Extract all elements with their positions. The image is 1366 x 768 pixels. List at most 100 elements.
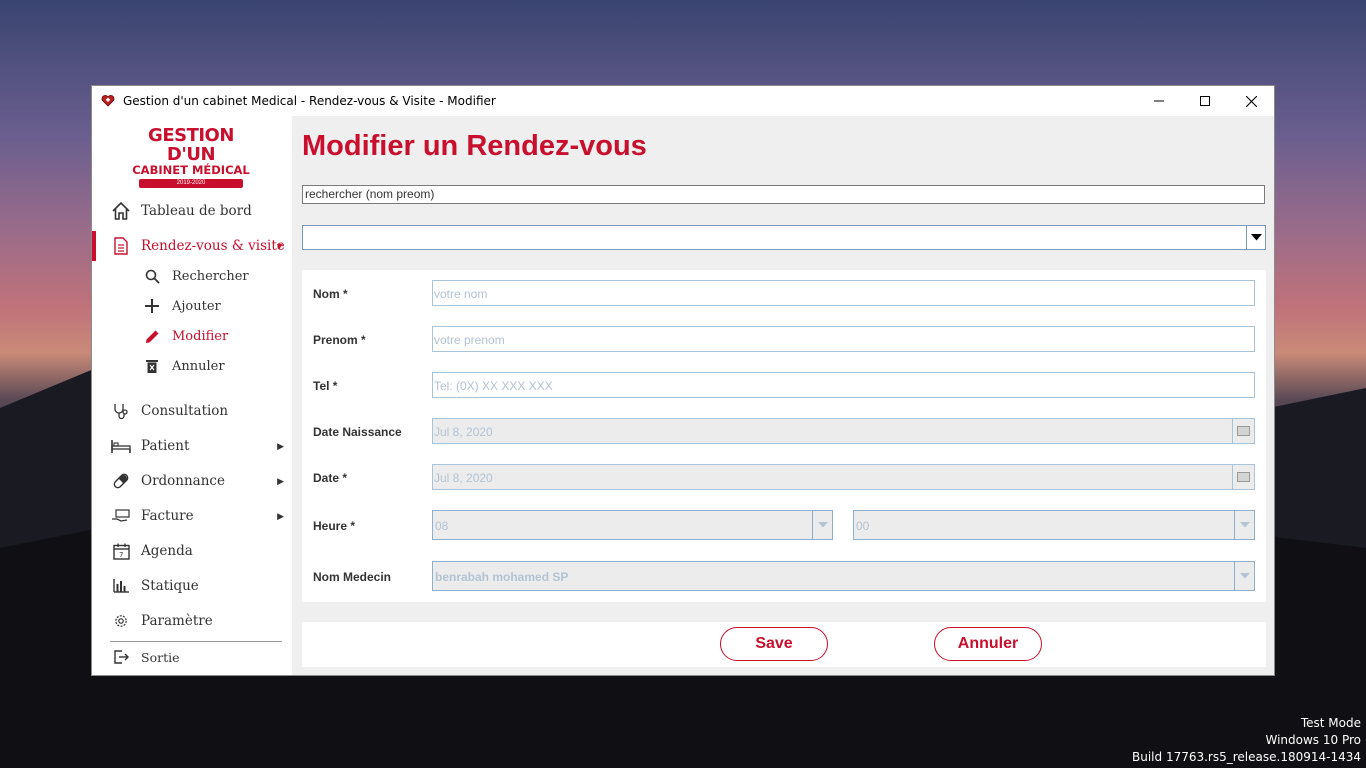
sidebar-item-label: Paramètre [141,613,213,629]
home-icon [111,201,131,221]
calendar-icon [1237,426,1250,436]
heure-minute-value: 00 [856,519,870,533]
main-panel: Modifier un Rendez-vous rechercher (nom … [292,116,1274,675]
window-body: GESTION D'UN CABINET MÉDICAL 2019-2020 T… [92,116,1274,675]
sidebar-item-label: Consultation [141,403,229,419]
exit-icon [111,647,131,667]
search-input[interactable]: rechercher (nom preom) [302,185,1265,204]
sidebar-item-facture[interactable]: Facture ▶ [92,501,292,531]
svg-text:7: 7 [119,551,123,559]
rendezvous-select-value [303,226,1246,249]
app-logo: GESTION D'UN CABINET MÉDICAL 2019-2020 [126,125,256,188]
date-naissance-value: Jul 8, 2020 [434,425,493,439]
calendar-icon: 7 [111,541,131,561]
chevron-down-icon [817,522,828,528]
pencil-icon [144,328,160,344]
page-title: Modifier un Rendez-vous [302,130,647,162]
tel-field[interactable]: Tel: (0X) XX XXX XXX [432,372,1255,398]
medecin-label: Nom Medecin [313,570,392,584]
app-heart-icon [101,95,115,107]
stethoscope-icon [111,401,131,421]
date-picker-button[interactable] [1232,465,1254,489]
window-title: Gestion d'un cabinet Medical - Rendez-vo… [123,94,496,108]
date-naissance-field[interactable]: Jul 8, 2020 [432,418,1255,444]
logo-years: 2019-2020 [139,179,243,188]
heure-label: Heure * [313,519,356,533]
sidebar-item-label: Agenda [141,543,193,559]
sidebar-item-parametre[interactable]: Paramètre [92,606,292,636]
date-naissance-picker-button[interactable] [1232,419,1254,443]
pill-icon [111,471,131,491]
sidebar-item-label: Tableau de bord [141,203,252,219]
plus-icon [144,298,160,314]
title-bar[interactable]: Gestion d'un cabinet Medical - Rendez-vo… [92,86,1274,116]
maximize-button[interactable] [1182,86,1228,116]
caret-right-icon: ▶ [277,510,284,521]
chevron-down-icon [1239,573,1250,579]
watermark-line-3: Build 17763.rs5_release.180914-1434 [1132,750,1361,764]
heure-hour-toggle[interactable] [812,511,832,539]
sidebar-item-ordonnance[interactable]: Ordonnance ▶ [92,466,292,496]
sidebar-item-consultation[interactable]: Consultation [92,396,292,426]
sidebar: GESTION D'UN CABINET MÉDICAL 2019-2020 T… [92,116,292,675]
minimize-button[interactable] [1136,86,1182,116]
prenom-field[interactable]: votre prenom [432,326,1255,352]
minimize-icon [1154,100,1164,102]
form-panel: Nom * votre nom Prenom * votre prenom Te… [302,270,1266,602]
search-icon [144,268,160,284]
save-button[interactable]: Save [720,627,828,661]
sidebar-subitem-label: Modifier [172,328,229,344]
sidebar-subitem-ajouter[interactable]: Ajouter [92,291,292,321]
date-field[interactable]: Jul 8, 2020 [432,464,1255,490]
sidebar-subitem-modifier[interactable]: Modifier [92,321,292,351]
sidebar-item-label: Sortie [141,649,180,665]
sidebar-item-patient[interactable]: Patient ▶ [92,431,292,461]
document-icon [111,236,131,256]
medecin-value: benrabah mohamed SP [435,570,569,584]
sidebar-item-label: Facture [141,508,194,524]
sidebar-item-agenda[interactable]: 7 Agenda [92,536,292,566]
rendezvous-select-toggle[interactable] [1246,226,1265,249]
heure-minute-toggle[interactable] [1234,511,1254,539]
money-hand-icon [111,506,131,526]
sidebar-subitem-label: Ajouter [172,298,221,314]
maximize-icon [1200,96,1210,106]
sidebar-item-sortie[interactable]: Sortie [92,642,292,672]
close-button[interactable] [1228,86,1274,116]
close-icon [1245,95,1257,107]
chevron-down-icon [1239,522,1250,528]
nom-label: Nom * [313,287,348,301]
sidebar-subitem-annuler[interactable]: Annuler [92,351,292,381]
annuler-button[interactable]: Annuler [934,627,1042,661]
watermark-line-2: Windows 10 Pro [1265,733,1361,747]
logo-line-1: GESTION D'UN [148,125,234,165]
app-window: Gestion d'un cabinet Medical - Rendez-vo… [91,85,1275,676]
sidebar-item-label: Rendez-vous & visite [141,238,285,254]
sidebar-subitem-rechercher[interactable]: Rechercher [92,261,292,291]
sidebar-item-rendez-vous[interactable]: Rendez-vous & visite ▼ [92,231,292,261]
medecin-toggle[interactable] [1234,562,1254,590]
chevron-down-icon [1250,234,1262,241]
caret-right-icon: ▶ [277,475,284,486]
medecin-select[interactable]: benrabah mohamed SP [432,561,1255,591]
trash-icon [144,358,160,374]
date-naissance-label: Date Naissance [313,425,402,439]
watermark-line-1: Test Mode [1300,716,1361,730]
date-label: Date * [313,471,348,485]
date-value: Jul 8, 2020 [434,471,493,485]
nom-field[interactable]: votre nom [432,280,1255,306]
sidebar-item-label: Patient [141,438,190,454]
logo-line-2: CABINET MÉDICAL [132,163,250,177]
heure-hour-value: 08 [435,519,449,533]
sidebar-item-tableau-de-bord[interactable]: Tableau de bord [92,196,292,226]
heure-hour-select[interactable]: 08 [432,510,833,540]
tel-label: Tel * [313,379,338,393]
sidebar-subitem-label: Rechercher [172,268,249,284]
window-controls [1136,86,1274,116]
button-panel: Save Annuler [302,622,1266,667]
heure-minute-select[interactable]: 00 [853,510,1255,540]
bar-chart-icon [111,576,131,596]
sidebar-item-label: Statique [141,578,199,594]
rendezvous-select[interactable] [302,225,1266,250]
sidebar-item-statique[interactable]: Statique [92,571,292,601]
